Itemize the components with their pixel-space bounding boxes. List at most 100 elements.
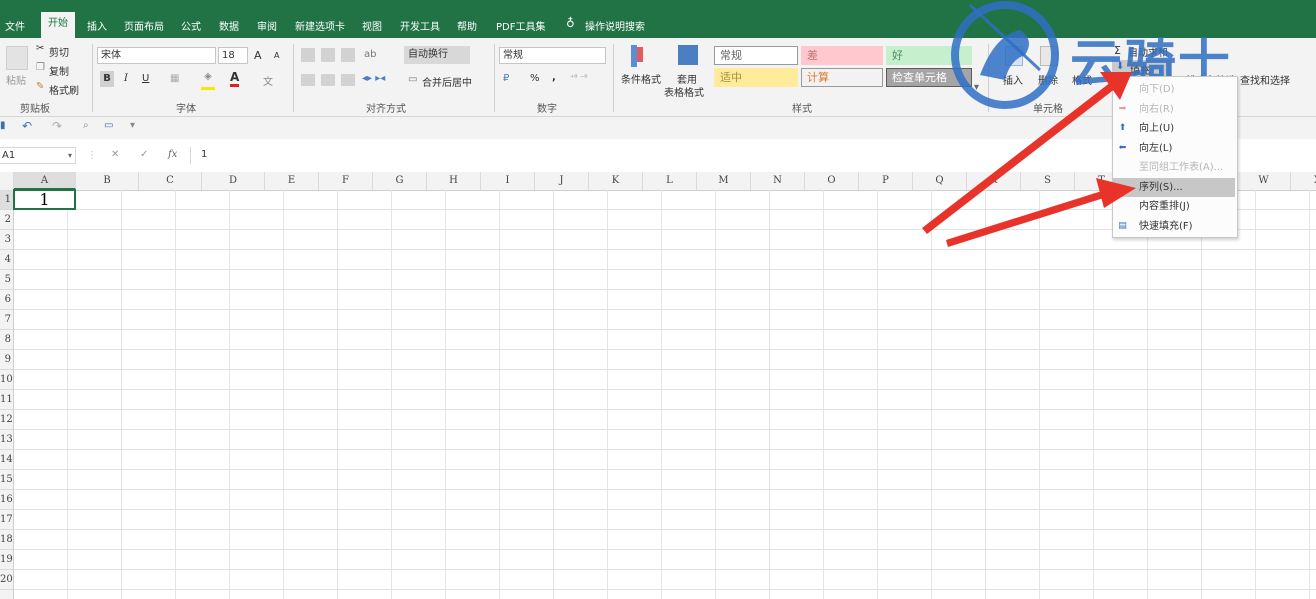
row-header-1[interactable]: 1 [0,190,13,210]
cut-button[interactable]: 剪切 [49,44,69,59]
row-header-4[interactable]: 4 [0,250,13,270]
tab-help[interactable]: 帮助 [457,18,477,33]
tab-new[interactable]: 新建选项卡 [295,18,345,33]
column-header-B[interactable]: B [76,172,139,190]
format-painter-button[interactable]: 格式刷 [49,82,79,97]
indent-icons[interactable]: ◂▸ ▸◂ [362,73,385,84]
column-header-N[interactable]: N [751,172,805,190]
active-cell-a1[interactable]: 1 [13,189,76,210]
column-header-K[interactable]: K [589,172,643,190]
tab-home[interactable]: 开始 [41,12,75,38]
row-header-14[interactable]: 14 [0,450,13,470]
copy-icon[interactable]: ❐ [36,62,45,73]
row-header-3[interactable]: 3 [0,230,13,250]
screen-icon[interactable]: ▭ [104,120,113,131]
customize-qat-icon[interactable]: ▾ [130,120,135,131]
column-header-M[interactable]: M [697,172,751,190]
tab-insert[interactable]: 插入 [87,18,107,33]
worksheet-grid[interactable] [14,190,1316,599]
column-header-E[interactable]: E [265,172,319,190]
row-header-16[interactable]: 16 [0,490,13,510]
tab-file[interactable]: 文件 [5,18,25,33]
tab-view[interactable]: 视图 [362,18,382,33]
row-header-6[interactable]: 6 [0,290,13,310]
cell-style-5[interactable]: 计算 [801,68,883,87]
tab-data[interactable]: 数据 [219,18,239,33]
underline-button[interactable]: U [142,73,149,84]
column-header-L[interactable]: L [643,172,697,190]
tab-review[interactable]: 审阅 [257,18,277,33]
merge-center-button[interactable]: 合并后居中 [422,74,472,89]
paste-icon[interactable] [6,46,28,70]
redo-icon[interactable]: ↷ [52,119,62,133]
number-format-select[interactable]: 常规 [499,47,606,64]
border-icon[interactable]: ▦ [170,73,179,84]
row-header-20[interactable]: 20 [0,570,13,590]
column-header-G[interactable]: G [373,172,427,190]
cell-style-4[interactable]: 适中 [714,68,798,87]
save-icon[interactable]: ▮ [0,120,6,131]
tab-pdf[interactable]: PDF工具集 [496,18,545,33]
merge-icon[interactable]: ▭ [408,74,417,85]
table-format-icon[interactable] [678,45,698,65]
font-color-button[interactable]: A [230,70,240,87]
tab-formulas[interactable]: 公式 [181,18,201,33]
currency-button[interactable]: ₽ [503,73,509,84]
paste-button[interactable]: 粘贴 [6,72,26,87]
select-all-corner[interactable] [0,172,14,190]
tab-developer[interactable]: 开发工具 [400,18,440,33]
comma-button[interactable]: , [552,72,556,83]
row-header-19[interactable]: 19 [0,550,13,570]
font-name-select[interactable]: 宋体 [97,47,216,64]
column-header-W[interactable]: W [1237,172,1291,190]
row-header-7[interactable]: 7 [0,310,13,330]
tell-me-search[interactable]: 操作说明搜索 [585,18,645,33]
cancel-button[interactable]: ✕ [111,149,119,160]
horizontal-align-icons[interactable] [301,74,357,86]
vertical-align-icons[interactable] [301,48,357,62]
column-header-C[interactable]: C [139,172,202,190]
copy-button[interactable]: 复制 [49,63,69,78]
row-header-8[interactable]: 8 [0,330,13,350]
phonetic-button[interactable]: 文 [263,73,273,88]
row-header-10[interactable]: 10 [0,370,13,390]
row-header-13[interactable]: 13 [0,430,13,450]
row-header-5[interactable]: 5 [0,270,13,290]
column-header-D[interactable]: D [202,172,265,190]
name-box-dropdown-icon[interactable]: ▾ [68,148,72,163]
find-select-button[interactable]: 查找和选择 [1240,72,1290,87]
format-painter-icon[interactable]: ✎ [36,81,44,92]
cell-style-2[interactable]: 差 [801,46,883,65]
row-header-17[interactable]: 17 [0,510,13,530]
row-header-18[interactable]: 18 [0,530,13,550]
insert-function-button[interactable]: fx [168,149,177,160]
row-header-11[interactable]: 11 [0,390,13,410]
font-size-select[interactable]: 18 [218,47,248,64]
conditional-format-button[interactable]: 条件格式 [621,71,661,86]
column-header-A[interactable]: A [14,172,76,190]
column-header-X[interactable]: X [1291,172,1316,190]
row-header-2[interactable]: 2 [0,210,13,230]
column-header-O[interactable]: O [805,172,859,190]
row-header-15[interactable]: 15 [0,470,13,490]
grow-font-button[interactable]: A [254,49,262,62]
bold-button[interactable]: B [100,71,114,87]
italic-button[interactable]: I [124,73,128,84]
print-preview-icon[interactable]: ⌕ [83,120,89,131]
orientation-button[interactable]: ab [364,49,376,60]
decimal-icons[interactable]: ⁺⁰ ⁻⁰ [570,73,587,82]
enter-button[interactable]: ✓ [140,149,148,160]
column-header-F[interactable]: F [319,172,373,190]
column-header-H[interactable]: H [427,172,481,190]
shrink-font-button[interactable]: A [274,51,279,60]
wrap-text-button[interactable]: 自动换行 [404,46,470,64]
cell-style-1[interactable]: 常规 [714,46,798,65]
column-header-J[interactable]: J [535,172,589,190]
row-header-9[interactable]: 9 [0,350,13,370]
fill-color-icon[interactable]: ◈ [201,71,215,90]
column-header-I[interactable]: I [481,172,535,190]
undo-icon[interactable]: ↶ [22,119,32,133]
tab-page-layout[interactable]: 页面布局 [124,18,164,33]
percent-button[interactable]: % [530,73,540,84]
cut-icon[interactable]: ✂ [36,43,44,54]
